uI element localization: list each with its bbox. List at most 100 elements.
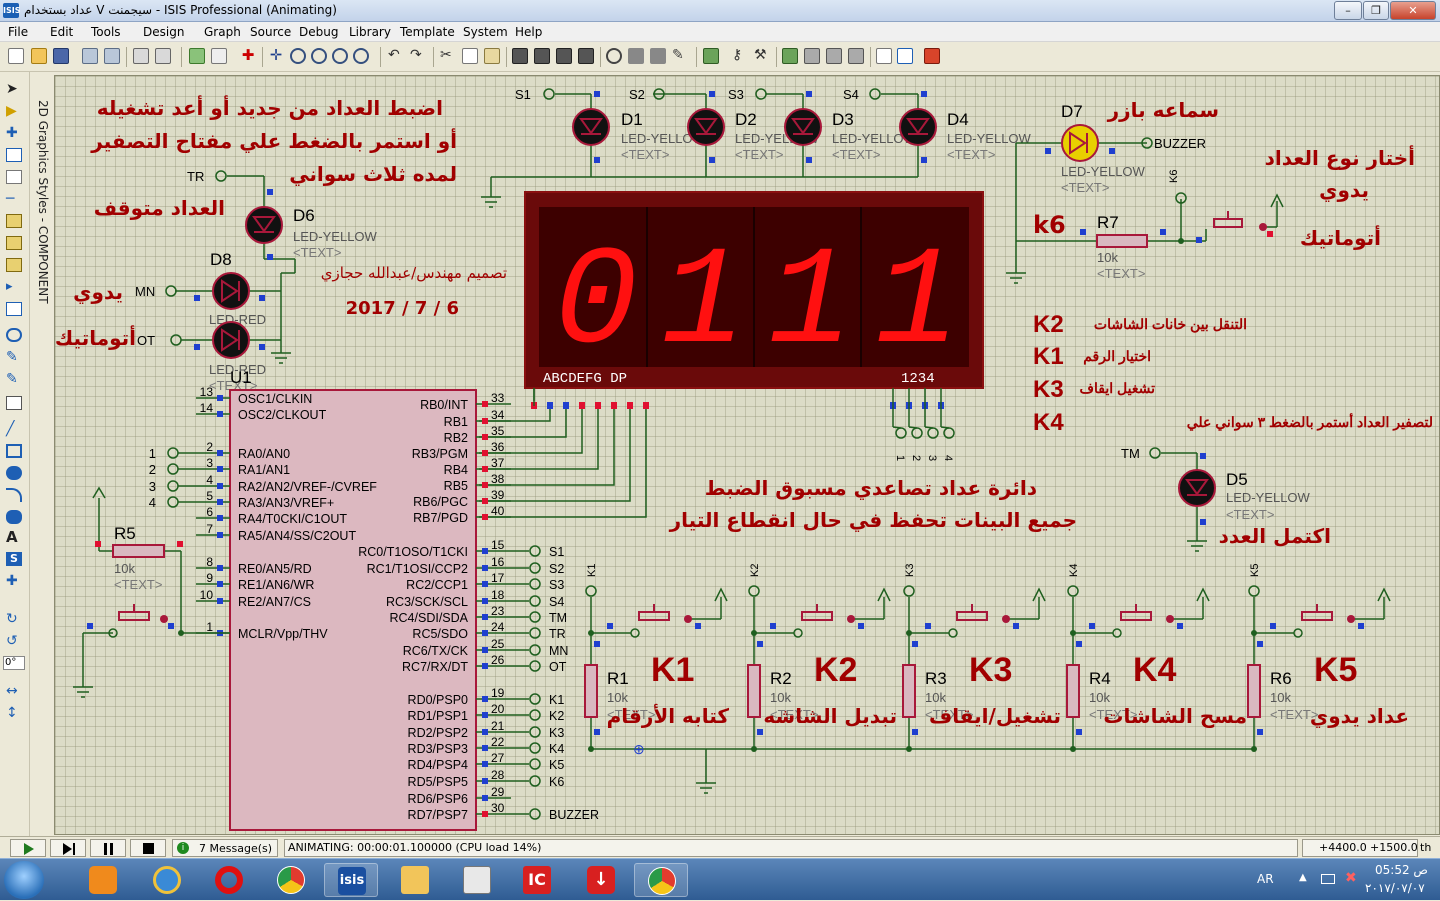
graph-icon[interactable]: ▸ [6, 280, 22, 294]
new-sheet-icon[interactable] [782, 48, 798, 64]
undo-icon[interactable]: ↶ [388, 48, 404, 64]
menu-debug[interactable]: Debug [299, 25, 338, 39]
arc-icon[interactable] [6, 488, 22, 502]
led-d8[interactable]: D8 LED-RED [194, 250, 266, 327]
remove-sheet-icon[interactable] [804, 48, 820, 64]
block-move-icon[interactable] [534, 48, 550, 64]
voltage-probe-icon[interactable]: ✎ [6, 350, 22, 364]
led-d6[interactable]: D6 LED-YELLOW <TEXT> [245, 189, 378, 260]
buses-icon[interactable]: ─ [6, 192, 22, 206]
pushbutton-k4[interactable] [1120, 611, 1152, 621]
tape-recorder-icon[interactable] [6, 302, 22, 316]
component-mode-icon[interactable]: ▶ [6, 104, 22, 118]
taskbar-opera[interactable] [202, 863, 256, 897]
schematic-canvas[interactable]: S1 S2 S3 S4 D1 LED-YELLOW <TEXT> D2 LED-… [54, 75, 1440, 835]
line-icon[interactable]: ╱ [6, 422, 22, 436]
pause-button[interactable] [90, 839, 126, 857]
taskbar-isis[interactable]: isis [324, 863, 378, 897]
zoom-area-icon[interactable] [353, 48, 369, 64]
zoom-to-child-icon[interactable] [848, 48, 864, 64]
play-button[interactable] [10, 839, 46, 857]
schematic-drawing[interactable]: S1 S2 S3 S4 D1 LED-YELLOW <TEXT> D2 LED-… [55, 76, 1439, 834]
menu-system[interactable]: System [463, 25, 508, 39]
redo-icon[interactable]: ↷ [410, 48, 426, 64]
wire-label-icon[interactable] [6, 148, 22, 162]
virtual-instrument-icon[interactable] [6, 396, 22, 410]
pushbutton-reset[interactable] [87, 604, 174, 638]
wire-autorouter-icon[interactable] [703, 48, 719, 64]
zoom-all-icon[interactable] [332, 48, 348, 64]
cut-icon[interactable]: ✂ [440, 48, 456, 64]
selection-mode-icon[interactable]: ➤ [6, 82, 22, 96]
junction-dot-icon[interactable]: ✚ [6, 126, 22, 140]
seven-segment-display[interactable]: 0 1 1 1 ABCDEFG DP 1234 [524, 191, 984, 389]
menu-graph[interactable]: Graph [204, 25, 241, 39]
led-d5[interactable]: D5 LED-YELLOW <TEXT> [1178, 453, 1311, 525]
goto-sheet-icon[interactable] [826, 48, 842, 64]
pan-icon[interactable]: ✛ [268, 48, 284, 64]
close-icon[interactable]: ✕ [1390, 1, 1436, 20]
print-area-icon[interactable] [155, 48, 171, 64]
copy-icon[interactable] [462, 48, 478, 64]
clock-date[interactable]: ٢٠١٧/٠٧/٠٧ [1365, 881, 1425, 895]
menu-help[interactable]: Help [515, 25, 542, 39]
taskbar-chrome[interactable] [264, 863, 318, 897]
marker-icon[interactable]: ✚ [6, 574, 22, 588]
pick-device-icon[interactable] [606, 48, 622, 64]
open-folder-icon[interactable] [31, 48, 47, 64]
property-tool-icon[interactable]: ⚒ [754, 48, 770, 64]
restore-icon[interactable]: ❐ [1363, 1, 1389, 20]
refresh-icon[interactable] [189, 48, 205, 64]
menu-source[interactable]: Source [250, 25, 291, 39]
resistor-r3[interactable] [902, 664, 916, 718]
pushbutton-k6[interactable] [1196, 211, 1273, 243]
taskbar-mikroc[interactable]: IC [510, 863, 564, 897]
new-file-icon[interactable] [8, 48, 24, 64]
zoom-out-icon[interactable] [311, 48, 327, 64]
electrical-check-icon[interactable] [897, 48, 913, 64]
text-script-icon[interactable] [6, 170, 22, 184]
rotation-angle-field[interactable]: 0° [3, 656, 25, 670]
menu-edit[interactable]: Edit [50, 25, 73, 39]
zoom-in-icon[interactable] [290, 48, 306, 64]
pushbutton-k3[interactable] [956, 611, 988, 621]
import-icon[interactable] [82, 48, 98, 64]
isis-app-icon[interactable]: ISIS [3, 3, 20, 18]
menu-file[interactable]: File [8, 25, 28, 39]
mirror-y-icon[interactable]: ↕ [6, 706, 22, 720]
path-icon[interactable] [6, 510, 22, 524]
make-device-icon[interactable] [628, 48, 644, 64]
taskbar-notepad[interactable] [450, 863, 504, 897]
paste-icon[interactable] [484, 48, 500, 64]
terminals-icon[interactable] [6, 236, 22, 250]
box-icon[interactable] [6, 444, 22, 458]
generator-icon[interactable] [6, 328, 22, 342]
circle-icon[interactable] [6, 466, 22, 480]
block-rotate-icon[interactable] [556, 48, 572, 64]
network-icon[interactable] [1321, 874, 1335, 884]
menu-library[interactable]: Library [349, 25, 391, 39]
decompose-icon[interactable]: ✎ [672, 48, 688, 64]
led-d4[interactable]: D4 LED-YELLOW <TEXT> [899, 91, 1032, 163]
text-icon[interactable]: A [6, 530, 22, 545]
resistor-r6[interactable] [1247, 664, 1261, 718]
menu-design[interactable]: Design [143, 25, 184, 39]
block-delete-icon[interactable] [578, 48, 594, 64]
stop-button[interactable] [130, 839, 166, 857]
sub-circuit-icon[interactable] [6, 214, 22, 228]
rotate-ccw-icon[interactable]: ↺ [6, 634, 22, 648]
pushbutton-k2[interactable] [801, 611, 833, 621]
resistor-r7[interactable]: R7 10k <TEXT> [1080, 213, 1166, 281]
grid-icon[interactable] [211, 48, 227, 64]
messages-panel[interactable]: i 7 Message(s) [172, 839, 278, 857]
language-indicator[interactable]: AR [1257, 872, 1274, 886]
save-icon[interactable] [53, 48, 69, 64]
print-icon[interactable] [133, 48, 149, 64]
taskbar-file-explorer[interactable] [388, 863, 442, 897]
bill-of-materials-icon[interactable] [876, 48, 892, 64]
resistor-r1[interactable] [584, 664, 598, 718]
menu-tools[interactable]: Tools [91, 25, 121, 39]
pushbutton-k1[interactable] [638, 611, 670, 621]
menu-template[interactable]: Template [400, 25, 455, 39]
origin-icon[interactable]: ✚ [240, 48, 256, 64]
